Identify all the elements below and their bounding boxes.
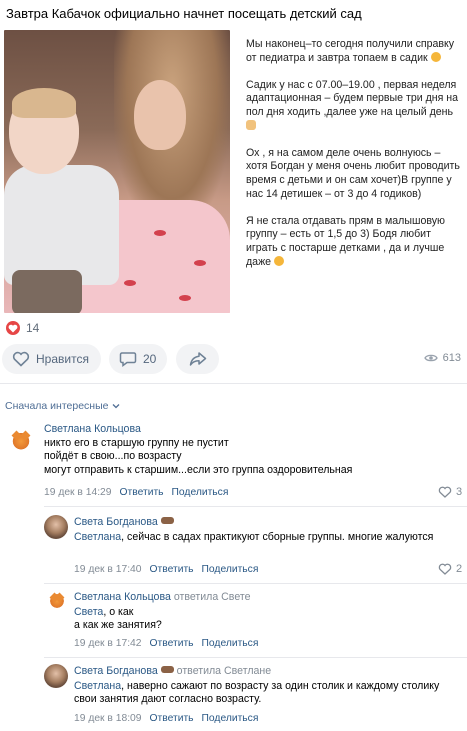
heart-outline-icon — [12, 351, 30, 367]
smile-emoji-icon — [274, 255, 285, 266]
comment-meta: 19 дек в 18:09 Ответить Поделиться — [74, 713, 258, 724]
smile-emoji-icon — [430, 51, 441, 62]
victory-hand-emoji-icon — [246, 119, 256, 130]
like-button[interactable]: Нравится — [2, 344, 101, 374]
share-link[interactable]: Поделиться — [172, 487, 229, 498]
comment-date[interactable]: 19 дек в 18:09 — [74, 713, 142, 724]
likes-count: 14 — [26, 321, 40, 335]
share-link[interactable]: Поделиться — [202, 638, 259, 649]
post-paragraph: Садик у нас с 07.00–19.00 , первая недел… — [246, 79, 461, 133]
comment-button[interactable]: 20 — [109, 344, 167, 374]
post-text: Мы наконец–то сегодня получили справку о… — [246, 38, 461, 269]
divider — [44, 657, 467, 658]
mention-link[interactable]: Света — [74, 606, 103, 618]
post-paragraph: Мы наконец–то сегодня получили справку о… — [246, 38, 455, 64]
heart-icon — [6, 321, 20, 335]
comment-likes: 2 — [456, 563, 463, 575]
post-actions: Нравится 20 613 — [0, 344, 467, 376]
post-photo[interactable] — [4, 30, 230, 313]
divider — [0, 383, 467, 384]
mention-link[interactable]: Светлана — [74, 531, 121, 543]
reply-link[interactable]: Ответить — [150, 564, 194, 575]
comment-author[interactable]: Светлана Кольцова ответила Свете — [74, 591, 250, 603]
reply-link[interactable]: Ответить — [150, 713, 194, 724]
divider — [44, 506, 467, 507]
comments-sort-dropdown[interactable]: Сначала интересные — [5, 400, 120, 412]
avatar[interactable] — [44, 515, 68, 539]
share-link[interactable]: Поделиться — [202, 564, 259, 575]
comment-meta: 19 дек в 17:42 Ответить Поделиться — [74, 638, 258, 649]
chevron-down-icon — [112, 404, 119, 409]
views-count: 613 — [442, 352, 461, 364]
comment-text: Светлана, наверно сажают по возрасту за … — [74, 680, 440, 706]
post-paragraph: Ох , я на самом деле очень волнуюсь – хо… — [246, 146, 460, 200]
comment-text: никто его в старшую группу не пустит пой… — [44, 437, 353, 476]
avatar[interactable] — [44, 664, 68, 688]
comment-text: Светлана, сейчас в садах практикуют сбор… — [74, 531, 434, 543]
comment-like-button[interactable]: 3 — [438, 486, 462, 498]
comments-count: 20 — [143, 352, 157, 366]
comment-likes: 3 — [456, 486, 463, 498]
heart-outline-icon — [438, 563, 452, 575]
share-link[interactable]: Поделиться — [202, 713, 259, 724]
divider — [44, 583, 467, 584]
mention-link[interactable]: Светлана — [74, 680, 121, 692]
share-button[interactable] — [176, 344, 219, 374]
comment-meta: 19 дек в 17:40 Ответить Поделиться — [74, 564, 258, 575]
comment-author[interactable]: Света Богданова — [74, 516, 174, 528]
views-counter: 613 — [423, 352, 461, 364]
comment-text: Света, о как а как же занятия? — [74, 606, 162, 632]
post-title: Завтра Кабачок официально начнет посещат… — [6, 6, 362, 21]
heart-outline-icon — [438, 486, 452, 498]
reply-link[interactable]: Ответить — [120, 487, 164, 498]
sort-label: Сначала интересные — [5, 400, 109, 412]
comment-author[interactable]: Светлана Кольцова — [44, 423, 141, 435]
comment-date[interactable]: 19 дек в 17:40 — [74, 564, 142, 575]
comment-author[interactable]: Света Богданова ответила Светлане — [74, 665, 271, 677]
comment-icon — [119, 352, 137, 367]
share-icon — [189, 352, 206, 366]
post-paragraph: Я не стала отдавать прям в малышовую гру… — [246, 214, 445, 268]
avatar[interactable] — [9, 428, 33, 452]
comment-date[interactable]: 19 дек в 17:42 — [74, 638, 142, 649]
comment-meta: 19 дек в 14:29 Ответить Поделиться — [44, 487, 228, 498]
eye-icon — [423, 354, 438, 362]
likes-summary[interactable]: 14 — [6, 321, 39, 335]
avatar[interactable] — [47, 590, 67, 610]
reply-link[interactable]: Ответить — [150, 638, 194, 649]
like-label: Нравится — [36, 352, 89, 366]
sticker-icon — [160, 666, 174, 673]
sticker-icon — [160, 517, 174, 524]
comment-like-button[interactable]: 2 — [438, 563, 462, 575]
comment-date[interactable]: 19 дек в 14:29 — [44, 487, 112, 498]
